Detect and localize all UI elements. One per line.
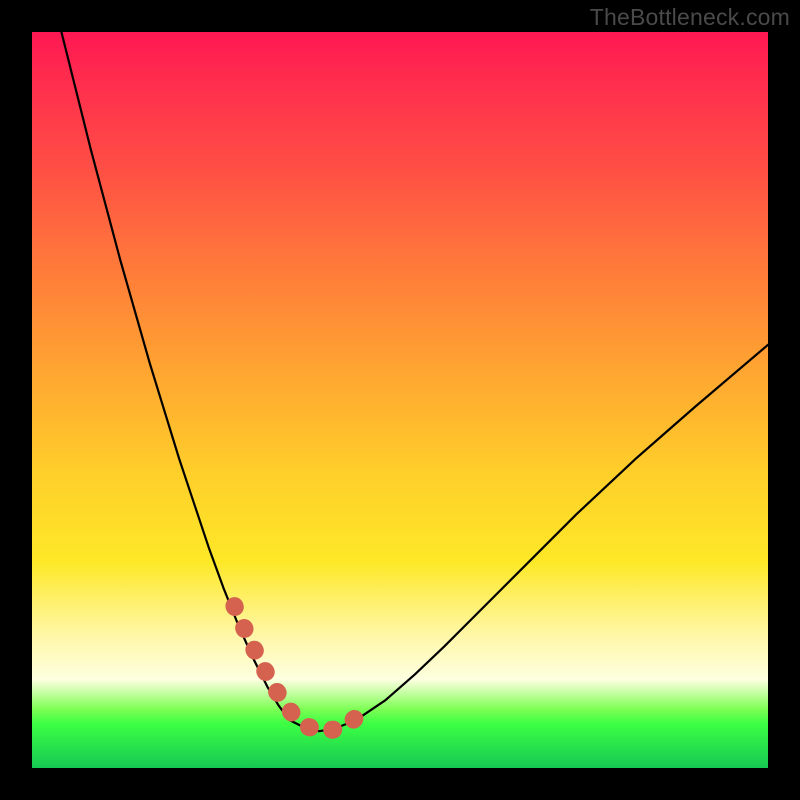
bottleneck-curve — [61, 32, 768, 731]
chart-stage: TheBottleneck.com — [0, 0, 800, 800]
curve-overlay — [32, 32, 768, 768]
plot-area — [32, 32, 768, 768]
trough-highlight — [234, 606, 366, 731]
watermark-text: TheBottleneck.com — [590, 4, 790, 31]
